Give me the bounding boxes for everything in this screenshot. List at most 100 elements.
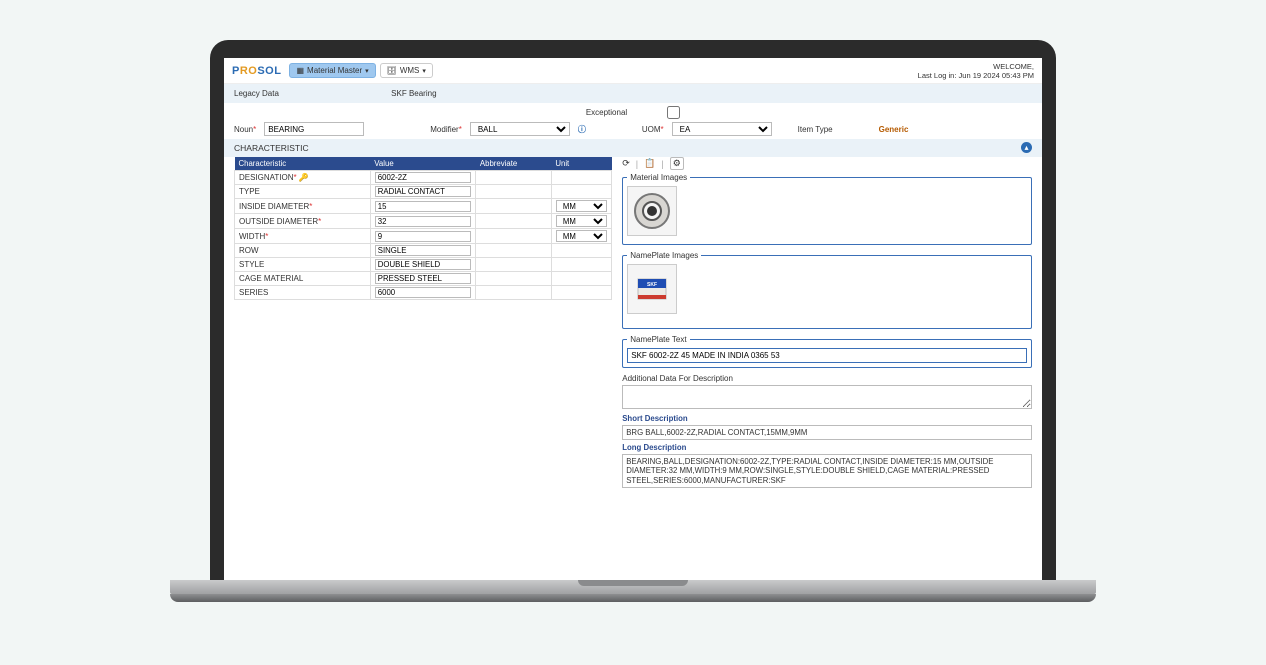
char-name-cell: INSIDE DIAMETER* [235, 199, 371, 214]
logo-part-sol: SOL [257, 65, 281, 77]
char-value-input[interactable] [375, 287, 472, 298]
char-value-input[interactable] [375, 273, 472, 284]
logo-part-p: P [232, 65, 240, 77]
char-value-cell [370, 199, 476, 214]
table-row: OUTSIDE DIAMETER*MM [235, 214, 612, 229]
char-abbr-cell [476, 272, 551, 286]
char-abbr-cell [476, 286, 551, 300]
table-row: WIDTH* MM [235, 229, 612, 244]
noun-input[interactable] [264, 122, 364, 136]
char-abbr-cell [476, 171, 551, 185]
info-icon[interactable]: ⓘ [578, 124, 586, 135]
char-value-input[interactable] [375, 231, 472, 242]
last-login-text: Last Log in: Jun 19 2024 05:43 PM [918, 71, 1034, 80]
app-screen: PROSOL ▦ Material Master ▾ 🗄 WMS ▾ WELCO… [224, 58, 1042, 580]
nameplate-text-input[interactable] [627, 348, 1027, 363]
table-row: INSIDE DIAMETER* MM [235, 199, 612, 214]
refresh-icon[interactable]: ⟳ [622, 158, 630, 169]
table-row: ROW [235, 244, 612, 258]
char-value-input[interactable] [375, 216, 472, 227]
char-unit-select[interactable]: MM [556, 230, 607, 242]
char-value-cell [370, 229, 476, 244]
char-value-input[interactable] [375, 259, 472, 270]
nameplate-images-panel: NamePlate Images SKF [622, 251, 1032, 329]
char-value-cell [370, 258, 476, 272]
noun-label: Noun* [234, 125, 256, 134]
right-toolbar: ⟳ | 📋 | ⚙ [622, 157, 1032, 173]
char-unit-cell [551, 258, 611, 272]
laptop-base [210, 580, 1056, 606]
char-value-cell [370, 286, 476, 300]
nameplate-images-legend: NamePlate Images [627, 251, 701, 260]
table-row: SERIES [235, 286, 612, 300]
char-name-cell: DESIGNATION*🔑 [235, 171, 371, 185]
gear-icon[interactable]: ⚙ [670, 157, 684, 170]
char-unit-cell: MM [551, 214, 611, 229]
clipboard-icon[interactable]: 📋 [644, 158, 655, 169]
collapse-icon[interactable]: ▴ [1021, 142, 1032, 153]
char-unit-cell: MM [551, 199, 611, 214]
skf-box-icon: SKF [632, 269, 672, 309]
topbar: PROSOL ▦ Material Master ▾ 🗄 WMS ▾ WELCO… [224, 58, 1042, 84]
chevron-down-icon: ▾ [365, 67, 369, 75]
char-abbr-cell [476, 258, 551, 272]
nameplate-text-panel: NamePlate Text [622, 335, 1032, 368]
short-description-value: BRG BALL,6002-2Z,RADIAL CONTACT,15MM,9MM [622, 425, 1032, 440]
char-name-cell: SERIES [235, 286, 371, 300]
item-type-label: Item Type [798, 125, 833, 134]
char-value-input[interactable] [375, 245, 472, 256]
char-value-input[interactable] [375, 172, 472, 183]
breadcrumb-legacy-data[interactable]: Legacy Data [234, 89, 279, 98]
char-value-cell [370, 185, 476, 199]
right-panel: ⟳ | 📋 | ⚙ Material Images [622, 157, 1032, 488]
welcome-text: WELCOME, [918, 62, 1034, 71]
topbar-right: WELCOME, Last Log in: Jun 19 2024 05:43 … [918, 62, 1034, 80]
separator: | [661, 159, 663, 169]
menu-wms-label: WMS [400, 66, 420, 75]
char-value-cell [370, 272, 476, 286]
menu-wms[interactable]: 🗄 WMS ▾ [380, 63, 433, 78]
chevron-down-icon: ▾ [422, 67, 426, 75]
additional-data-textarea[interactable] [622, 385, 1032, 409]
char-abbr-cell [476, 199, 551, 214]
uom-label: UOM* [642, 125, 664, 134]
breadcrumb: Legacy Data SKF Bearing [224, 84, 1042, 103]
char-unit-cell [551, 244, 611, 258]
breadcrumb-skf-bearing[interactable]: SKF Bearing [391, 89, 436, 98]
char-value-input[interactable] [375, 201, 472, 212]
nameplate-image-thumb[interactable]: SKF [627, 264, 677, 314]
char-name-cell: STYLE [235, 258, 371, 272]
characteristic-table: Characteristic Value Abbreviate Unit DES… [234, 157, 612, 300]
char-value-cell [370, 171, 476, 185]
svg-text:SKF: SKF [647, 282, 657, 288]
exceptional-checkbox[interactable] [667, 106, 680, 119]
long-description-value: BEARING,BALL,DESIGNATION:6002-2Z,TYPE:RA… [622, 454, 1032, 488]
uom-select[interactable]: EA [672, 122, 772, 136]
required-marker: * [309, 202, 312, 211]
char-name-cell: WIDTH* [235, 229, 371, 244]
laptop-mockup: PROSOL ▦ Material Master ▾ 🗄 WMS ▾ WELCO… [210, 40, 1056, 606]
char-unit-select[interactable]: MM [556, 215, 607, 227]
table-row: DESIGNATION*🔑 [235, 171, 612, 185]
menu-material-master[interactable]: ▦ Material Master ▾ [289, 63, 375, 78]
logo: PROSOL [232, 65, 281, 77]
modifier-select[interactable]: BALL [470, 122, 570, 136]
material-images-panel: Material Images [622, 173, 1032, 245]
box-icon: 🗄 [387, 66, 397, 75]
characteristic-panel: Characteristic Value Abbreviate Unit DES… [234, 157, 612, 488]
char-abbr-cell [476, 214, 551, 229]
laptop-bezel: PROSOL ▦ Material Master ▾ 🗄 WMS ▾ WELCO… [210, 40, 1056, 580]
char-value-cell [370, 244, 476, 258]
main-columns: Characteristic Value Abbreviate Unit DES… [224, 157, 1042, 496]
char-abbr-cell [476, 229, 551, 244]
long-description-label: Long Description [622, 443, 1032, 452]
bearing-icon [632, 191, 672, 231]
char-unit-select[interactable]: MM [556, 200, 607, 212]
char-unit-cell: MM [551, 229, 611, 244]
char-value-input[interactable] [375, 186, 472, 197]
main-form-row: Noun* Modifier* BALL ⓘ UOM* EA Item Type… [224, 119, 1042, 139]
material-image-thumb[interactable] [627, 186, 677, 236]
char-unit-cell [551, 171, 611, 185]
char-name-cell: TYPE [235, 185, 371, 199]
section-characteristic-title: CHARACTERISTIC [234, 143, 309, 153]
